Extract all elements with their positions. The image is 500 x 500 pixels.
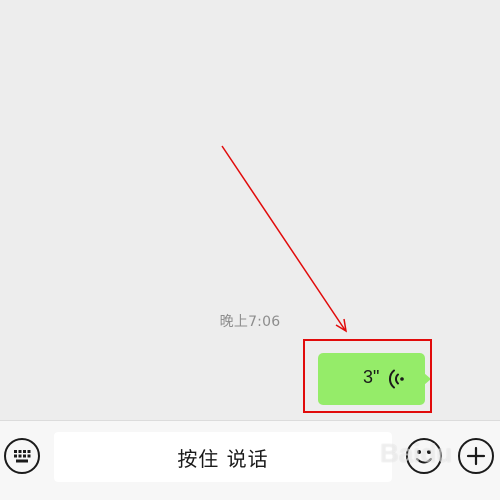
chat-area[interactable]: 晚上7:06 3" [0, 0, 500, 420]
emoji-button[interactable] [406, 438, 442, 474]
chat-screen: 晚上7:06 3" 按住 说话 Baidu [0, 0, 500, 500]
voice-duration: 3" [363, 367, 380, 387]
message-timestamp: 晚上7:06 [219, 314, 281, 330]
plus-icon [466, 446, 486, 466]
keyboard-toggle-button[interactable] [4, 438, 40, 474]
hold-to-talk-button[interactable]: 按住 说话 [54, 432, 392, 482]
input-bar: 按住 说话 [0, 420, 500, 500]
more-options-button[interactable] [458, 438, 494, 474]
voice-message-bubble[interactable]: 3" [318, 353, 431, 405]
keyboard-icon [14, 450, 31, 463]
emoji-icon [416, 450, 432, 464]
voice-wave-icon [388, 369, 404, 389]
